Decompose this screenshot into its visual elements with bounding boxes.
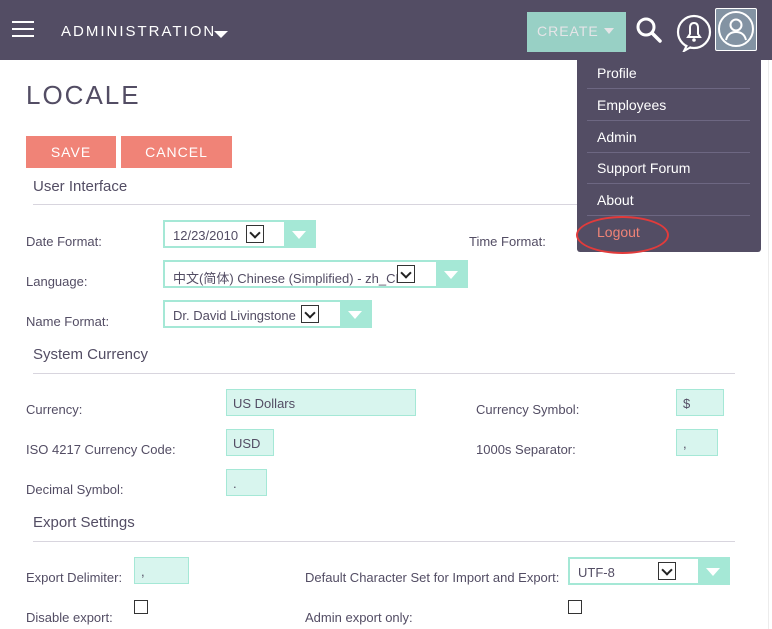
notification-bell-icon[interactable] <box>675 12 713 52</box>
section-export-settings-heading: Export Settings <box>33 514 135 531</box>
charset-dropdown-icon[interactable] <box>698 559 728 583</box>
create-button[interactable]: CREATE <box>527 12 626 52</box>
hamburger-menu-icon[interactable] <box>12 21 34 37</box>
iso-currency-code-field[interactable]: USD <box>226 429 274 456</box>
section-divider <box>33 541 735 542</box>
currency-label: Currency: <box>26 402 83 417</box>
thousands-separator-label: 1000s Separator: <box>476 442 576 457</box>
cancel-button[interactable]: CANCEL <box>121 136 232 168</box>
decimal-symbol-label: Decimal Symbol: <box>26 482 124 497</box>
iso-currency-code-label: ISO 4217 Currency Code: <box>26 442 176 457</box>
date-format-label: Date Format: <box>26 234 102 249</box>
save-button[interactable]: SAVE <box>26 136 116 168</box>
section-system-currency-heading: System Currency <box>33 346 149 363</box>
language-label: Language: <box>26 274 88 289</box>
admin-export-only-label: Admin export only: <box>305 610 413 625</box>
date-format-select[interactable]: 12/23/2010 <box>163 220 316 248</box>
create-caret-icon <box>604 28 614 34</box>
time-format-label: Time Format: <box>469 234 546 249</box>
date-format-dropdown-icon[interactable] <box>284 222 314 246</box>
module-title[interactable]: ADMINISTRATION <box>61 23 216 40</box>
page-title: LOCALE <box>26 80 141 110</box>
name-format-value: Dr. David Livingstone <box>173 308 296 323</box>
chevron-down-icon[interactable] <box>214 31 228 38</box>
menu-item-employees[interactable]: Employees <box>587 90 750 121</box>
create-button-label: CREATE <box>537 23 599 39</box>
date-format-chevron-icon[interactable] <box>246 225 264 243</box>
admin-export-only-checkbox[interactable] <box>568 600 582 614</box>
section-user-interface-heading: User Interface <box>33 178 128 195</box>
language-chevron-icon[interactable] <box>397 265 415 283</box>
page-right-border <box>768 60 769 629</box>
menu-item-support-forum[interactable]: Support Forum <box>587 153 750 184</box>
name-format-chevron-icon[interactable] <box>301 305 319 323</box>
menu-item-profile[interactable]: Profile <box>587 58 750 89</box>
charset-chevron-icon[interactable] <box>658 562 676 580</box>
language-value: 中文(简体) Chinese (Simplified) - zh_CN <box>173 271 405 286</box>
disable-export-label: Disable export: <box>26 610 113 625</box>
top-navigation-bar: ADMINISTRATION CREATE <box>0 0 772 60</box>
currency-symbol-label: Currency Symbol: <box>476 402 580 417</box>
name-format-select[interactable]: Dr. David Livingstone <box>163 300 372 328</box>
currency-symbol-field[interactable]: $ <box>676 389 724 416</box>
search-icon[interactable] <box>636 17 662 43</box>
section-divider <box>33 373 735 374</box>
user-avatar-button[interactable] <box>715 8 757 51</box>
thousands-separator-field[interactable]: , <box>676 429 718 456</box>
menu-item-about[interactable]: About <box>587 185 750 216</box>
name-format-label: Name Format: <box>26 314 110 329</box>
currency-field[interactable]: US Dollars <box>226 389 416 416</box>
user-icon <box>718 11 754 47</box>
menu-item-admin[interactable]: Admin <box>587 122 750 153</box>
date-format-value: 12/23/2010 <box>173 228 239 243</box>
decimal-symbol-field[interactable]: . <box>226 469 267 496</box>
export-delimiter-label: Export Delimiter: <box>26 570 123 585</box>
charset-select[interactable]: UTF-8 <box>568 557 730 585</box>
charset-label: Default Character Set for Import and Exp… <box>305 570 560 585</box>
export-delimiter-field[interactable]: , <box>134 557 189 584</box>
name-format-dropdown-icon[interactable] <box>340 302 370 326</box>
logout-highlight-annotation <box>576 216 669 254</box>
charset-value: UTF-8 <box>578 565 615 580</box>
disable-export-checkbox[interactable] <box>134 600 148 614</box>
language-select[interactable]: 中文(简体) Chinese (Simplified) - zh_CN <box>163 260 468 288</box>
language-dropdown-icon[interactable] <box>436 262 466 286</box>
